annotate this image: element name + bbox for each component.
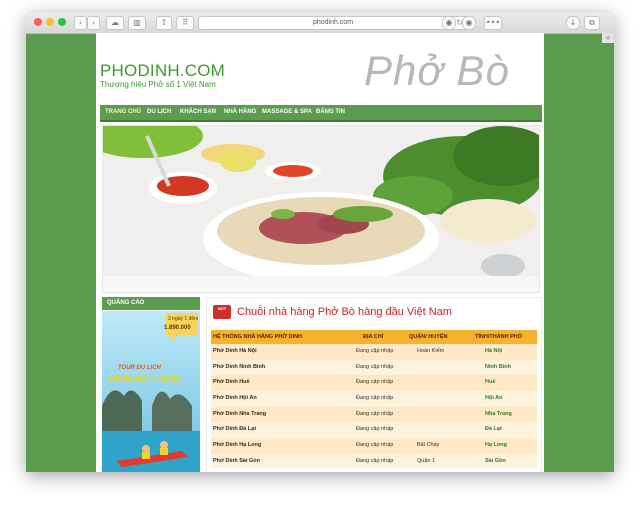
cell-city: Huế xyxy=(485,379,496,386)
cell-restaurant-name[interactable]: Phở Dinh Nha Trang xyxy=(213,407,266,423)
nav-item-travel[interactable]: DU LỊCH xyxy=(147,105,171,120)
cell-address: Đang cập nhập xyxy=(356,363,394,370)
table-body: Phở Dinh Hà Nội Đang cập nhập Hoàn Kiếm Hà … xyxy=(211,344,537,470)
cell-address: Đang cập nhập xyxy=(356,426,394,433)
new-tab-icon[interactable]: + xyxy=(602,33,614,43)
share-icon[interactable]: ⇧ xyxy=(156,16,172,30)
address-bar[interactable]: phodinh.com ↻ xyxy=(198,16,468,30)
downloads-icon[interactable]: ↓ xyxy=(566,16,580,30)
ad-destination: VỊNH HẠ LONG xyxy=(108,374,181,385)
nav-item-restaurants[interactable]: NHÀ HÀNG xyxy=(224,105,256,120)
col-header-city: TỈNH/THÀNH PHỐ xyxy=(475,334,523,340)
minimize-window-button[interactable] xyxy=(46,18,54,26)
nav-item-hotels[interactable]: KHÁCH SẠN xyxy=(180,105,216,120)
table-header: HỆ THỐNG NHÀ HÀNG PHỞ DINH ĐỊA CHỈ QUẬN/… xyxy=(211,330,537,344)
sidebar-heading: QUẢNG CÁO xyxy=(102,297,200,310)
cell-address: Đang cập nhập xyxy=(356,395,394,402)
cell-city: Hội An xyxy=(485,395,503,402)
cell-district: Bãi Cháy xyxy=(417,442,440,449)
section-title: Chuỗi nhà hàng Phở Bò hàng đầu Việt Nam xyxy=(237,306,452,318)
nav-item-massage-spa[interactable]: MASSAGE & SPA xyxy=(262,105,312,120)
tabs-overview-icon[interactable]: ⧉ xyxy=(584,16,600,30)
sidebar: QUẢNG CÁO 2 ngày 1 đêm 1.890.000 TOUR DU… xyxy=(102,297,200,472)
col-header-district: QUẬN/ HUYỆN xyxy=(409,334,448,340)
col-header-name: HỆ THỐNG NHÀ HÀNG PHỞ DINH xyxy=(213,334,303,340)
content-fade xyxy=(207,468,541,472)
zoom-window-button[interactable] xyxy=(58,18,66,26)
restaurant-table: HỆ THỐNG NHÀ HÀNG PHỞ DINH ĐỊA CHỈ QUẬN/… xyxy=(211,330,537,470)
table-row[interactable]: Phở Dinh Hà Nội Đang cập nhập Hoàn Kiếm Hà … xyxy=(211,344,537,360)
extension-icon[interactable]: ◉ xyxy=(442,16,456,30)
nav-item-post[interactable]: ĐĂNG TIN xyxy=(316,105,345,120)
table-row[interactable]: Phở Dinh Huế Đang cập nhập Huế xyxy=(211,375,537,392)
table-row[interactable]: Phở Dinh Nha Trang Đang cập nhập Nha Trang xyxy=(211,406,537,423)
site-logo[interactable]: PHODINH.COM xyxy=(100,61,225,81)
cell-restaurant-name[interactable]: Phở Dinh Hội An xyxy=(213,391,257,407)
icloud-icon[interactable]: ☁ xyxy=(106,16,124,30)
restaurant-list-panel: HOT Chuỗi nhà hàng Phở Bò hàng đầu Việt … xyxy=(206,297,542,472)
cell-district: Hoàn Kiếm xyxy=(417,348,445,354)
ad-price: 1.890.000 xyxy=(164,325,191,331)
back-arrow-icon[interactable]: ‹ xyxy=(74,16,87,30)
cell-address: Đang cập nhập xyxy=(356,410,394,417)
top-sites-icon[interactable]: ⠿ xyxy=(176,16,194,30)
table-row[interactable]: Phở Dinh Đà Lạt Đang cập nhập Đà Lạt xyxy=(211,422,537,439)
table-row[interactable]: Phở Dinh Hạ Long Đang cập nhập Bãi Cháy Hạ … xyxy=(211,438,537,454)
cell-restaurant-name[interactable]: Phở Dinh Hà Nội xyxy=(213,344,257,360)
cell-city: Ninh Bình xyxy=(485,363,511,370)
cell-restaurant-name[interactable]: Phở Dinh Huế xyxy=(213,375,250,391)
cell-restaurant-name[interactable]: Phở Dinh Hạ Long xyxy=(213,438,261,454)
header-hero-title: Phở Bò xyxy=(364,47,510,94)
table-row[interactable]: Phở Dinh Hội An Đang cập nhập Hội An xyxy=(211,391,537,407)
site-tagline: Thương hiệu Phở số 1 Việt Nam xyxy=(100,80,216,89)
tour-advertisement[interactable]: 2 ngày 1 đêm 1.890.000 TOUR DU LỊCH VỊNH… xyxy=(102,311,200,472)
cell-restaurant-name[interactable]: Phở Dinh Ninh Bình xyxy=(213,360,265,376)
hot-icon: HOT xyxy=(213,305,231,319)
cell-city: Hà Nội xyxy=(485,348,503,354)
ad-tour-label: TOUR DU LỊCH xyxy=(118,365,161,371)
col-header-address: ĐỊA CHỈ xyxy=(363,334,384,340)
ad-duration: 2 ngày 1 đêm xyxy=(168,316,199,322)
sidebar-icon[interactable]: ▥ xyxy=(128,16,146,30)
cell-address: Đang cập nhập xyxy=(356,348,394,354)
cell-address: Đang cập nhập xyxy=(356,442,394,449)
cell-city: Nha Trang xyxy=(485,410,512,417)
cell-restaurant-name[interactable]: Phở Dinh Đà Lạt xyxy=(213,422,256,438)
extension-icon[interactable]: ◉ xyxy=(462,16,476,30)
main-navigation: TRANG CHỦ DU LỊCH KHÁCH SẠN NHÀ HÀNG MAS… xyxy=(100,105,542,122)
table-row[interactable]: Phở Dinh Ninh Bình Đang cập nhập Ninh Bình xyxy=(211,359,537,376)
forward-arrow-icon[interactable]: › xyxy=(87,16,100,30)
address-text: phodinh.com xyxy=(312,19,354,26)
nav-item-home[interactable]: TRANG CHỦ xyxy=(105,105,141,120)
cell-city: Hạ Long xyxy=(485,442,507,449)
web-page: PHODINH.COM Thương hiệu Phở số 1 Việt Na… xyxy=(96,33,544,472)
cell-city: Đà Lạt xyxy=(485,426,502,433)
close-window-button[interactable] xyxy=(34,18,42,26)
pho-banner-image xyxy=(102,125,540,293)
browser-toolbar: ‹ › ☁ ▥ ⇧ ⠿ phodinh.com ↻ ◉ ◉ ••• ↓ ⧉ xyxy=(26,12,614,34)
hot-badge-label: HOT xyxy=(217,306,227,311)
more-icon[interactable]: ••• xyxy=(484,16,502,30)
browser-window: ‹ › ☁ ▥ ⇧ ⠿ phodinh.com ↻ ◉ ◉ ••• ↓ ⧉ + … xyxy=(26,12,614,472)
cell-address: Đang cập nhập xyxy=(356,379,394,386)
